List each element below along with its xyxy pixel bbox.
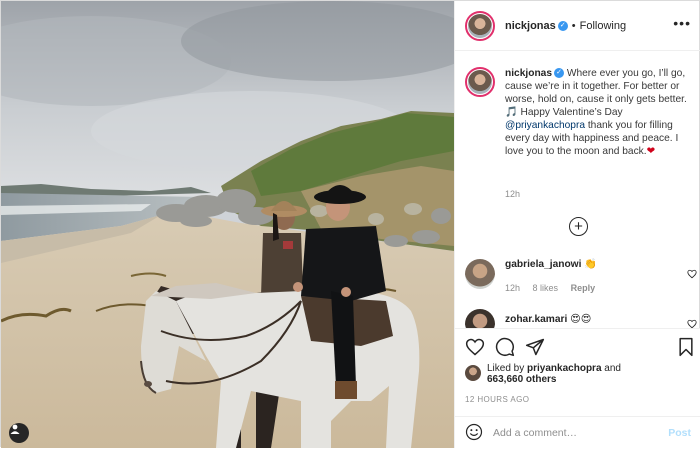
comment-text: 😍😍 <box>570 314 592 325</box>
comment-item: gabriela_janowi 👏 12h 8 likes Reply <box>465 259 697 293</box>
caption-time: 12h <box>505 189 521 199</box>
post-date: 12 HOURS AGO <box>465 395 530 404</box>
more-options-button[interactable]: ••• <box>673 15 691 31</box>
comment-username[interactable]: zohar.kamari <box>505 314 567 325</box>
caption: nickjonas ✓ Where ever you go, I’ll go, c… <box>465 67 697 158</box>
likes-text: Liked by priyankachopra and 663,660 othe… <box>487 363 621 385</box>
heart-icon[interactable] <box>465 337 485 360</box>
add-comment-bar: Post <box>455 416 700 449</box>
heart-emoji: ❤ <box>646 146 656 157</box>
comment-input[interactable] <box>493 427 653 439</box>
bookmark-icon[interactable] <box>677 337 695 360</box>
comment-icon[interactable] <box>495 337 515 360</box>
post-comment-button[interactable]: Post <box>668 427 691 439</box>
verified-icon: ✓ <box>557 20 568 31</box>
verified-icon: ✓ <box>554 68 564 79</box>
comment-meta: 12h 8 likes Reply <box>505 283 605 293</box>
like-comment-heart-icon[interactable] <box>687 269 697 282</box>
likes-prefix: Liked by <box>487 363 528 374</box>
load-more-comments-button[interactable]: + <box>569 217 588 236</box>
author-username[interactable]: nickjonas <box>505 20 556 32</box>
music-emoji: 🎵 <box>505 107 518 118</box>
user-tag-icon[interactable] <box>9 423 29 443</box>
caption-text-part: Happy Valentine’s Day <box>517 107 623 118</box>
post-side-panel: nickjonas ✓ • Following ••• nickjonas ✓ W… <box>454 1 700 448</box>
plus-circle-icon: + <box>574 218 583 235</box>
comment-text: 👏 <box>584 259 597 270</box>
emoji-icon[interactable] <box>465 423 483 444</box>
liker-avatar[interactable] <box>465 365 481 381</box>
comment-username[interactable]: gabriela_janowi <box>505 259 581 270</box>
author-avatar[interactable] <box>465 10 495 41</box>
post-actions: Liked by priyankachopra and 663,660 othe… <box>455 328 700 448</box>
comment-time: 12h <box>505 283 521 293</box>
commenter-avatar[interactable] <box>465 259 495 289</box>
following-button[interactable]: Following <box>580 20 626 32</box>
likes-count[interactable]: 663,660 others <box>487 374 557 385</box>
comment-likes[interactable]: 8 likes <box>533 283 559 293</box>
comment-body: gabriela_janowi 👏 12h 8 likes Reply <box>505 259 605 293</box>
share-icon[interactable] <box>525 337 545 360</box>
likes-summary: Liked by priyankachopra and 663,660 othe… <box>465 363 621 385</box>
liker-username[interactable]: priyankachopra <box>527 363 601 374</box>
caption-mention[interactable]: @priyankachopra <box>505 120 585 131</box>
post-header: nickjonas ✓ • Following ••• <box>455 1 700 51</box>
post-modal: nickjonas ✓ • Following ••• nickjonas ✓ W… <box>0 0 700 448</box>
caption-avatar[interactable] <box>465 67 495 97</box>
caption-username[interactable]: nickjonas <box>505 68 552 79</box>
caption-text: nickjonas ✓ Where ever you go, I’ll go, c… <box>505 67 695 158</box>
beach-horse-photo <box>1 1 454 448</box>
reply-button[interactable]: Reply <box>571 283 596 293</box>
post-photo[interactable] <box>1 1 454 448</box>
header-separator: • <box>571 19 576 32</box>
likes-middle: and <box>601 363 621 374</box>
